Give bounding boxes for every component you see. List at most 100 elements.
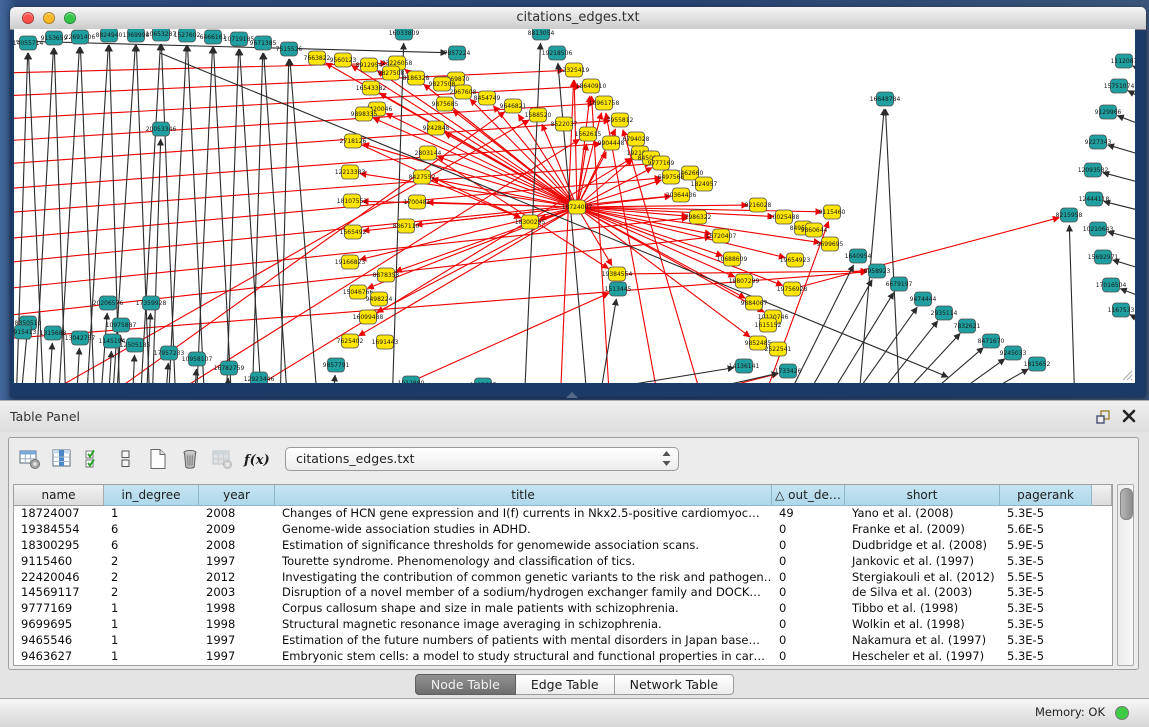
show-columns-icon[interactable]	[49, 446, 75, 472]
table-cell[interactable]: 49	[772, 506, 845, 522]
column-header-4[interactable]: △ out_de…	[772, 485, 845, 506]
table-cell[interactable]: 2003	[199, 585, 275, 601]
table-cell[interactable]: Wolkin et al. (1998)	[845, 617, 1000, 633]
table-cell[interactable]: 2	[104, 570, 199, 586]
row-height-icon[interactable]	[113, 446, 139, 472]
table-cell[interactable]: Tourette syndrome. Phenomenology and cla…	[275, 554, 772, 570]
table-cell[interactable]: 1997	[199, 633, 275, 649]
table-cell[interactable]: 5.6E-5	[1000, 522, 1092, 538]
close-panel-icon[interactable]	[1121, 408, 1137, 424]
table-row[interactable]: 946362711997Embryonic stem cells: a mode…	[14, 649, 1112, 665]
table-cell[interactable]: Corpus callosum shape and size in male p…	[275, 601, 772, 617]
table-cell[interactable]: Embryonic stem cells: a model to study s…	[275, 649, 772, 665]
column-header-0[interactable]: name	[14, 485, 104, 506]
table-cell[interactable]: Estimation of the future numbers of pati…	[275, 633, 772, 649]
resize-grip-icon[interactable]	[1119, 367, 1133, 381]
table-row[interactable]: 1872400712008Changes of HCN gene express…	[14, 506, 1112, 522]
table-cell[interactable]: Disruption of a novel member of a sodium…	[275, 585, 772, 601]
scrollbar-thumb[interactable]	[1120, 488, 1133, 520]
table-cell[interactable]: 5.3E-5	[1000, 506, 1092, 522]
table-cell[interactable]: 1998	[199, 601, 275, 617]
table-row[interactable]: 977716911998Corpus callosum shape and si…	[14, 601, 1112, 617]
table-row[interactable]: 1938455462009Genome-wide association stu…	[14, 522, 1112, 538]
table-cell[interactable]: 18724007	[14, 506, 104, 522]
table-cell[interactable]: 9463627	[14, 649, 104, 665]
table-cell[interactable]: 9777169	[14, 601, 104, 617]
column-checklist-icon[interactable]	[81, 446, 107, 472]
table-cell[interactable]: 5.3E-5	[1000, 633, 1092, 649]
table-cell[interactable]: 2	[104, 585, 199, 601]
table-cell[interactable]: 6	[104, 538, 199, 554]
table-cell[interactable]: 5.3E-5	[1000, 601, 1092, 617]
table-cell[interactable]: Tibbo et al. (1998)	[845, 601, 1000, 617]
column-header-5[interactable]: short	[845, 485, 1000, 506]
table-cell[interactable]: Franke et al. (2009)	[845, 522, 1000, 538]
table-cell[interactable]: Structural magnetic resonance image aver…	[275, 617, 772, 633]
split-divider-handle[interactable]	[566, 392, 578, 398]
table-cell[interactable]: 0	[772, 522, 845, 538]
table-cell[interactable]: 0	[772, 570, 845, 586]
table-cell[interactable]: Hescheler et al. (1997)	[845, 649, 1000, 665]
column-header-2[interactable]: year	[199, 485, 275, 506]
table-cell[interactable]: de Silva et al. (2003)	[845, 585, 1000, 601]
table-cell[interactable]: 5.3E-5	[1000, 617, 1092, 633]
table-cell[interactable]: 14569117	[14, 585, 104, 601]
delete-column-icon[interactable]	[177, 446, 203, 472]
table-cell[interactable]: 0	[772, 554, 845, 570]
column-header-6[interactable]: pagerank	[1000, 485, 1092, 506]
table-cell[interactable]: Investigating the contribution of common…	[275, 570, 772, 586]
window-titlebar[interactable]: citations_edges.txt	[10, 7, 1146, 30]
table-row[interactable]: 911546021997Tourette syndrome. Phenomeno…	[14, 554, 1112, 570]
table-row[interactable]: 969969511998Structural magnetic resonanc…	[14, 617, 1112, 633]
table-cell[interactable]: 2	[104, 554, 199, 570]
table-cell[interactable]: 9699695	[14, 617, 104, 633]
table-cell[interactable]: 0	[772, 649, 845, 665]
table-select-combo[interactable]: citations_edges.txt	[285, 447, 679, 471]
table-cell[interactable]: Yano et al. (2008)	[845, 506, 1000, 522]
table-cell[interactable]: 0	[772, 585, 845, 601]
table-cell[interactable]: 6	[104, 522, 199, 538]
table-cell[interactable]: 1	[104, 506, 199, 522]
table-cell[interactable]: 1	[104, 633, 199, 649]
table-cell[interactable]: 0	[772, 538, 845, 554]
float-panel-icon[interactable]	[1095, 409, 1111, 425]
table-row[interactable]: 2242004622012Investigating the contribut…	[14, 570, 1112, 586]
table-cell[interactable]: 19384554	[14, 522, 104, 538]
new-column-icon[interactable]	[145, 446, 171, 472]
table-cell[interactable]: 1998	[199, 617, 275, 633]
table-cell[interactable]: 5.3E-5	[1000, 554, 1092, 570]
table-cell[interactable]: 9465546	[14, 633, 104, 649]
table-cell[interactable]: 18300295	[14, 538, 104, 554]
table-mode-icon[interactable]	[17, 446, 43, 472]
column-header-3[interactable]: title	[275, 485, 772, 506]
table-cell[interactable]: 0	[772, 601, 845, 617]
table-cell[interactable]: Changes of HCN gene expression and I(f) …	[275, 506, 772, 522]
table-cell[interactable]: Dudbridge et al. (2008)	[845, 538, 1000, 554]
table-cell[interactable]: 5.5E-5	[1000, 570, 1092, 586]
table-cell[interactable]: 2012	[199, 570, 275, 586]
table-cell[interactable]: Nakamura et al. (1997)	[845, 633, 1000, 649]
column-header-1[interactable]: in_degree	[104, 485, 199, 506]
tab-edge-table[interactable]: Edge Table	[516, 674, 615, 695]
table-cell[interactable]: 1997	[199, 649, 275, 665]
table-cell[interactable]: 5.3E-5	[1000, 585, 1092, 601]
network-window[interactable]: citations_edges.txt 18724007140557149153…	[10, 7, 1146, 397]
table-cell[interactable]: 1	[104, 617, 199, 633]
table-cell[interactable]: 1	[104, 601, 199, 617]
table-cell[interactable]: 2008	[199, 538, 275, 554]
table-cell[interactable]: 0	[772, 617, 845, 633]
table-cell[interactable]: Genome-wide association studies in ADHD.	[275, 522, 772, 538]
table-row[interactable]: 1456911722003Disruption of a novel membe…	[14, 585, 1112, 601]
table-cell[interactable]: 5.9E-5	[1000, 538, 1092, 554]
network-graph[interactable]: 1872400714055714915365922691406882494013…	[14, 29, 1135, 383]
function-builder-icon[interactable]: f(x)	[241, 446, 267, 472]
table-cell[interactable]: 22420046	[14, 570, 104, 586]
table-scrollbar[interactable]	[1117, 484, 1134, 666]
table-cell[interactable]: 9115460	[14, 554, 104, 570]
table-row[interactable]: 1830029562008Estimation of significance …	[14, 538, 1112, 554]
tab-node-table[interactable]: Node Table	[415, 674, 516, 695]
table-cell[interactable]: 5.3E-5	[1000, 649, 1092, 665]
table-cell[interactable]: Estimation of significance thresholds fo…	[275, 538, 772, 554]
delete-table-icon[interactable]	[209, 446, 235, 472]
network-canvas[interactable]: 1872400714055714915365922691406882494013…	[14, 29, 1135, 383]
